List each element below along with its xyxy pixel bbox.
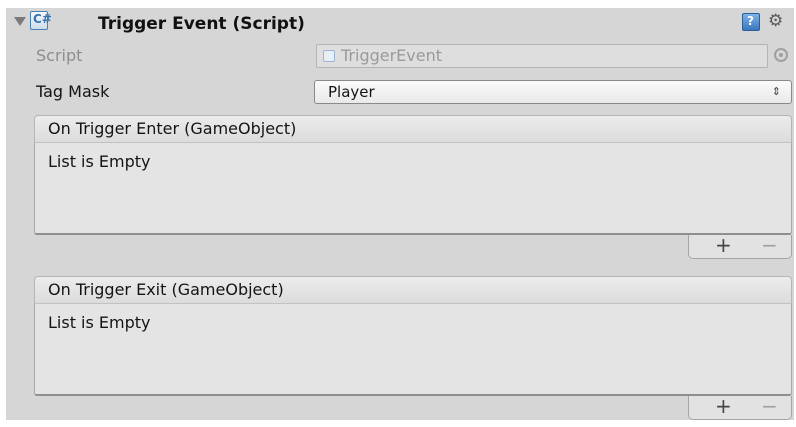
add-listener-button[interactable]: +	[715, 233, 732, 257]
tag-mask-dropdown[interactable]: Player ⇕	[314, 80, 792, 104]
script-file-icon	[323, 50, 335, 62]
on-trigger-exit-list: List is Empty	[34, 304, 792, 396]
inspector-component-panel: C# Trigger Event (Script) ⚙ Script Trigg…	[6, 8, 794, 420]
remove-listener-button[interactable]: −	[761, 233, 778, 257]
empty-list-text: List is Empty	[48, 313, 151, 332]
script-reference-field: TriggerEvent	[316, 44, 768, 68]
remove-listener-button[interactable]: −	[761, 394, 778, 418]
on-trigger-enter-list: List is Empty	[34, 143, 792, 235]
on-trigger-enter-footer: + −	[688, 233, 792, 259]
component-title: Trigger Event (Script)	[98, 14, 305, 34]
csharp-script-icon: C#	[30, 11, 52, 30]
foldout-arrow-icon[interactable]	[14, 17, 26, 26]
gear-icon[interactable]: ⚙	[768, 11, 783, 31]
object-picker-icon[interactable]	[774, 48, 788, 62]
tag-mask-label: Tag Mask	[36, 82, 110, 101]
tag-mask-value: Player	[328, 83, 375, 101]
dropdown-arrows-icon: ⇕	[771, 85, 781, 98]
on-trigger-exit-footer: + −	[688, 394, 792, 420]
add-listener-button[interactable]: +	[715, 394, 732, 418]
empty-list-text: List is Empty	[48, 152, 151, 171]
script-reference-value: TriggerEvent	[341, 46, 443, 65]
on-trigger-exit-header: On Trigger Exit (GameObject)	[34, 276, 792, 304]
on-trigger-enter-header: On Trigger Enter (GameObject)	[34, 115, 792, 143]
component-header[interactable]: C# Trigger Event (Script) ⚙	[6, 8, 794, 38]
help-icon[interactable]	[742, 13, 760, 31]
script-label: Script	[36, 46, 83, 65]
